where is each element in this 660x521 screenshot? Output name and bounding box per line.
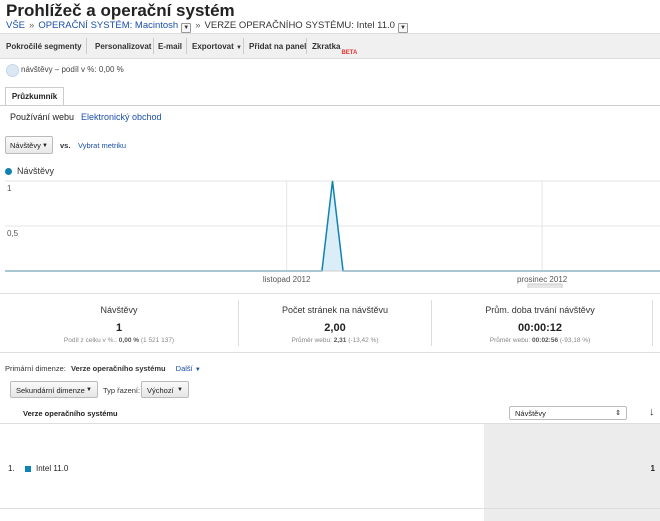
select-metric-link[interactable]: Vybrat metriku: [78, 141, 126, 150]
table-row: 1. Intel 11.0 1: [0, 424, 660, 508]
add-to-dashboard-button[interactable]: Přidat na panel: [249, 42, 306, 51]
stat-divider: [652, 300, 653, 346]
email-button[interactable]: E-mail: [158, 42, 182, 51]
stat-sub: Průměr webu: 2,31 (-13,42 %): [239, 337, 431, 344]
stat-label: Počet stránek na návštěvu: [281, 305, 389, 315]
stat-sub-prefix: Podíl z celku v %.:: [63, 337, 119, 344]
chevron-down-icon[interactable]: ▼: [397, 23, 408, 33]
row-dimension-value[interactable]: Intel 11.0: [36, 464, 68, 473]
beta-badge: BETA: [341, 50, 358, 56]
report-toolbar: Pokročilé segmenty Personalizovat E-mail…: [0, 33, 660, 59]
row-index: 1.: [8, 464, 15, 473]
metric-select[interactable]: Návštěvy ▼: [5, 136, 53, 154]
y-tick-label: 0,5: [7, 229, 19, 238]
shortcut-button[interactable]: Zkratka BETA: [312, 42, 357, 56]
chart-resize-handle[interactable]: [527, 283, 563, 288]
chevron-down-icon: ▼: [177, 387, 183, 393]
chevron-down-icon[interactable]: ▼: [181, 23, 192, 33]
breadcrumb-all[interactable]: VŠE: [6, 20, 25, 31]
sort-arrow-icon[interactable]: ↓: [649, 406, 655, 418]
stat-sub: Podíl z celku v %.: 0,00 % (1 521 137): [0, 337, 238, 344]
export-button[interactable]: Exportovat ▼: [192, 42, 242, 51]
more-dimensions-link[interactable]: Další ▼: [176, 364, 201, 373]
stat-pages-per-visit: Počet stránek na návštěvu 2,00 Průměr we…: [239, 294, 431, 352]
advanced-segments-button[interactable]: Pokročilé segmenty: [6, 42, 82, 51]
shortcut-label: Zkratka: [312, 42, 341, 51]
segment-color-icon: [6, 64, 19, 77]
stepper-icon: ⇕: [615, 410, 621, 417]
stat-sub-bold: 00:02:56: [532, 337, 559, 344]
stat-sub-bold: 0,00 %: [118, 337, 140, 344]
stat-sub-prefix: Průměr webu:: [291, 337, 334, 344]
sort-type-label: Typ řazení:: [103, 386, 141, 395]
primary-dimension-value: Verze operačního systému: [70, 364, 166, 373]
chevron-down-icon: ▼: [236, 45, 242, 51]
table-header: Verze operačního systému Návštěvy ⇕ ↓: [0, 403, 660, 424]
stat-sub-bold: 2,31: [333, 337, 347, 344]
y-tick-label: 1: [7, 184, 12, 193]
line-chart: 1 0,5 listopad 2012 prosinec 2012: [5, 180, 660, 288]
secondary-dimension-button[interactable]: Sekundární dimenze ▼: [10, 381, 98, 398]
chevron-down-icon: ▼: [86, 387, 92, 393]
page-title: Prohlížeč a operační systém: [6, 1, 235, 20]
subtab-site-usage[interactable]: Používání webu: [10, 112, 74, 122]
secondary-dimension-label: Sekundární dimenze: [16, 386, 85, 395]
metric-column-value: Návštěvy: [515, 409, 546, 418]
row-color-icon: [25, 466, 31, 472]
stat-label: Návštěvy: [100, 305, 138, 315]
more-label: Další: [175, 364, 193, 373]
legend-dot-icon: [5, 168, 12, 175]
segment-label: návštěvy – podíl v %: 0,00 %: [21, 65, 124, 74]
vs-label: vs.: [60, 141, 71, 150]
customize-button[interactable]: Personalizovat: [95, 42, 151, 51]
stat-avg-duration: Prům. doba trvání návštěvy 00:00:12 Prům…: [432, 294, 648, 352]
stat-label: Prům. doba trvání návštěvy: [485, 305, 595, 315]
scorecard: Návštěvy 1 Podíl z celku v %.: 0,00 % (1…: [0, 293, 660, 353]
stat-value: 1: [115, 322, 123, 334]
stat-sub: Průměr webu: 00:02:56 (-93,18 %): [432, 337, 648, 344]
stat-value: 2,00: [324, 322, 346, 334]
legend-series-label: Návštěvy: [17, 166, 55, 176]
export-label: Exportovat: [192, 42, 234, 51]
column-header-dimension[interactable]: Verze operačního systému: [23, 409, 118, 418]
tab-divider: [0, 105, 660, 106]
chevron-down-icon: ▼: [194, 367, 201, 373]
sort-type-select[interactable]: Výchozí ▼: [141, 381, 189, 398]
tab-explorer[interactable]: Průzkumník: [5, 87, 64, 106]
breadcrumb: VŠE» OPERAČNÍ SYSTÉM: Macintosh ▼» VERZE OP…: [6, 20, 408, 33]
primary-dimension: Primární dimenze: Verze operačního systé…: [5, 364, 201, 373]
breadcrumb-os[interactable]: OPERAČNÍ SYSTÉM: Macintosh: [38, 20, 178, 31]
breadcrumb-os-version: VERZE OPERAČNÍHO SYSTÉMU: Intel 11.0: [204, 20, 395, 31]
metric-select-value: Návštěvy: [10, 141, 41, 150]
stat-sub-suffix: (-93,18 %): [558, 337, 591, 344]
metric-column-select[interactable]: Návštěvy ⇕: [509, 406, 627, 420]
primary-dimension-label: Primární dimenze:: [5, 364, 66, 373]
row-divider: [0, 508, 660, 509]
stat-sub-suffix: (-13,42 %): [346, 337, 379, 344]
sort-type-value: Výchozí: [147, 386, 174, 395]
subtab-ecommerce[interactable]: Elektronický obchod: [81, 112, 162, 122]
stat-sub-suffix: (1 521 137): [139, 337, 175, 344]
chevron-down-icon: ▼: [42, 143, 48, 149]
row-metric-value: 1: [650, 464, 655, 473]
stat-visits: Návštěvy 1 Podíl z celku v %.: 0,00 % (1…: [0, 294, 238, 352]
stat-value: 00:00:12: [517, 322, 563, 334]
x-tick-label: prosinec 2012: [517, 275, 568, 284]
stat-sub-prefix: Průměr webu:: [489, 337, 533, 344]
x-tick-label: listopad 2012: [263, 275, 311, 284]
